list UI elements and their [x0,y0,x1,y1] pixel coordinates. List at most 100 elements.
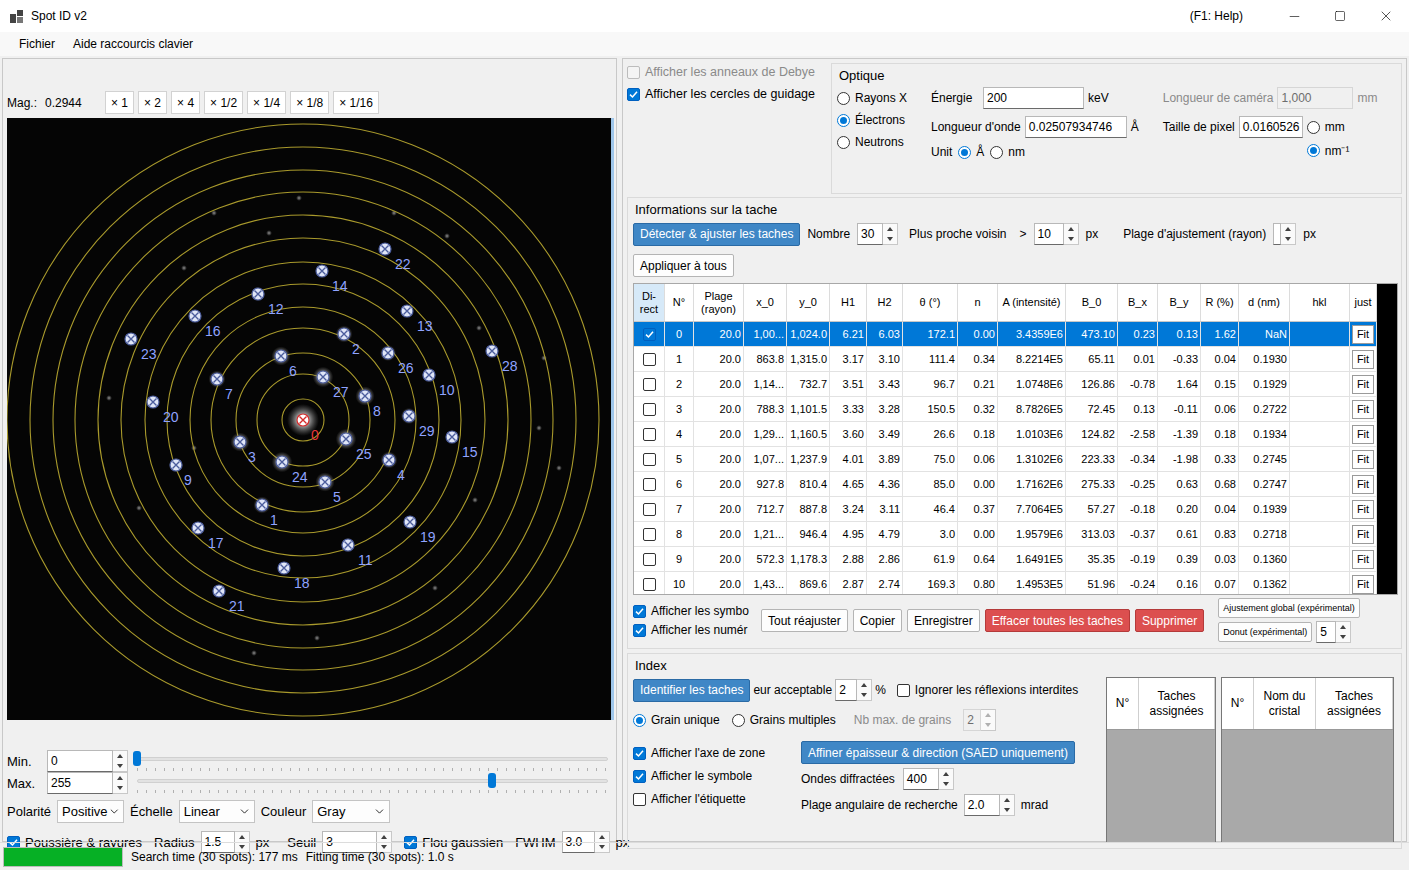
spot[interactable]: 13 [400,304,432,334]
column-header[interactable]: R (%) [1201,284,1239,321]
table-row[interactable]: 520.01,07...1,237.94.013.8975.00.061.310… [634,447,1377,472]
spot[interactable]: 0 [287,404,319,443]
spot[interactable]: 25 [336,429,372,462]
column-header[interactable]: N° [1222,678,1254,729]
spot[interactable]: 22 [379,243,411,272]
spinner-field[interactable]: 10 [1034,223,1064,245]
grain-mode-radio[interactable]: Grains multiples [732,713,836,727]
spot-marker[interactable] [170,459,182,471]
table-row[interactable]: 320.0788.31,101.53.333.28150.50.328.7826… [634,397,1377,422]
spin-up-button[interactable] [377,832,391,842]
checkbox[interactable] [633,793,646,806]
spot[interactable]: 9 [169,458,192,488]
zoom-button[interactable]: × 1/2 [204,91,243,114]
spot[interactable]: 24 [272,452,308,485]
spot-marker[interactable] [359,390,371,402]
spin-up-button[interactable] [1336,622,1350,632]
radio[interactable] [1307,144,1320,157]
spot-marker[interactable] [379,243,391,255]
ignore-forbidden[interactable]: Ignorer les réflexions interdites [897,683,1078,697]
spin-up-button[interactable] [235,832,249,842]
scale-dropdown[interactable]: Linear [179,800,255,823]
spinner-field[interactable]: 0 [47,750,113,772]
spin-down-button[interactable] [595,842,609,852]
overlay-option[interactable]: Afficher les cercles de guidage [627,87,827,101]
spot-marker[interactable] [256,499,268,511]
radio[interactable] [958,146,971,159]
column-header[interactable]: N° [665,284,694,321]
direct-checkbox[interactable] [643,478,656,491]
button[interactable]: Appliquer à tous [633,254,734,277]
spot-marker[interactable] [147,396,159,408]
zoom-button[interactable]: × 2 [138,91,167,114]
table-row[interactable]: 220.01,14...732.73.513.4396.70.211.0748E… [634,372,1377,397]
column-header[interactable]: Di-rect [634,284,665,321]
radio[interactable] [633,714,646,727]
spot[interactable]: 29 [401,408,435,439]
min-control-spinner[interactable]: 0 [47,750,128,772]
button[interactable]: Copier [853,609,902,632]
spin-up-button[interactable] [857,680,871,690]
donut-button[interactable]: Donut (expérimental) [1218,622,1312,642]
direct-checkbox[interactable] [643,403,656,416]
spot-marker[interactable] [446,431,458,443]
direct-checkbox[interactable] [643,428,656,441]
spin-down-button[interactable] [1000,805,1014,815]
menu-item[interactable]: Aide raccourcis clavier [64,34,202,54]
spot-marker[interactable] [486,345,498,357]
radio[interactable] [732,714,745,727]
spin-arrows[interactable] [1281,223,1296,245]
fit-range-spinner[interactable] [1273,223,1296,245]
spot[interactable]: 18 [277,561,309,591]
scrollbar[interactable] [1377,284,1397,594]
slider-thumb[interactable] [488,773,496,788]
slider-thumb[interactable] [133,751,141,766]
color-dropdown[interactable]: Gray [312,800,390,823]
table-row[interactable]: 1020.01,43...869.62.872.74169.30.801.495… [634,572,1377,595]
spin-arrows[interactable] [981,709,996,731]
column-header[interactable]: n [958,284,998,321]
min-control-slider[interactable] [137,751,608,771]
diffraction-pattern[interactable]: 0123456789101112131415161718192021222324… [7,118,611,720]
spot-marker[interactable] [319,476,331,488]
spot[interactable]: 16 [188,309,220,339]
spin-arrows[interactable] [113,750,128,772]
table-row[interactable]: 020.01,00...1,024.06.216.03172.10.003.43… [634,322,1377,347]
donut-spinner[interactable]: 5 [1316,621,1351,643]
spot-marker[interactable] [234,436,246,448]
spot-marker[interactable] [338,328,350,340]
spin-down-button[interactable] [1281,234,1295,244]
spin-arrows[interactable] [939,768,954,790]
spot[interactable]: 23 [125,333,157,362]
column-header[interactable]: θ (°) [903,284,958,321]
direct-checkbox[interactable] [643,328,656,341]
spot[interactable]: 15 [445,430,477,460]
spot-marker[interactable] [297,414,309,426]
spot[interactable]: 1 [253,496,278,528]
fit-button[interactable]: Fit [1352,500,1374,519]
spin-arrows[interactable] [113,772,128,794]
global-fit-button[interactable]: Ajustement global (expérimental) [1218,598,1360,618]
fit-button[interactable]: Fit [1352,575,1374,594]
wavelength-unit-radio[interactable]: Å [958,145,984,159]
button[interactable]: Supprimer [1135,609,1204,632]
spin-arrows[interactable] [883,223,898,245]
radio[interactable] [837,92,850,105]
spot[interactable]: 26 [380,345,414,376]
spin-down-button[interactable] [939,779,953,789]
spot-marker[interactable] [213,585,225,597]
column-header[interactable]: N° [1107,678,1139,729]
spot[interactable]: 11 [341,538,373,568]
spot[interactable]: 5 [315,472,341,505]
radiation-radio[interactable]: Rayons X [837,91,921,105]
tolerance-spinner[interactable]: 2 [835,679,872,701]
zoom-button[interactable]: × 1/4 [247,91,286,114]
direct-checkbox[interactable] [643,353,656,366]
fit-button[interactable]: Fit [1352,425,1374,444]
direct-checkbox[interactable] [643,578,656,591]
direct-checkbox[interactable] [643,453,656,466]
column-header[interactable]: d (nm) [1239,284,1290,321]
spot-marker[interactable] [403,410,415,422]
wavelength-unit-radio[interactable]: nm [990,145,1025,159]
column-header[interactable]: y_0 [787,284,830,321]
